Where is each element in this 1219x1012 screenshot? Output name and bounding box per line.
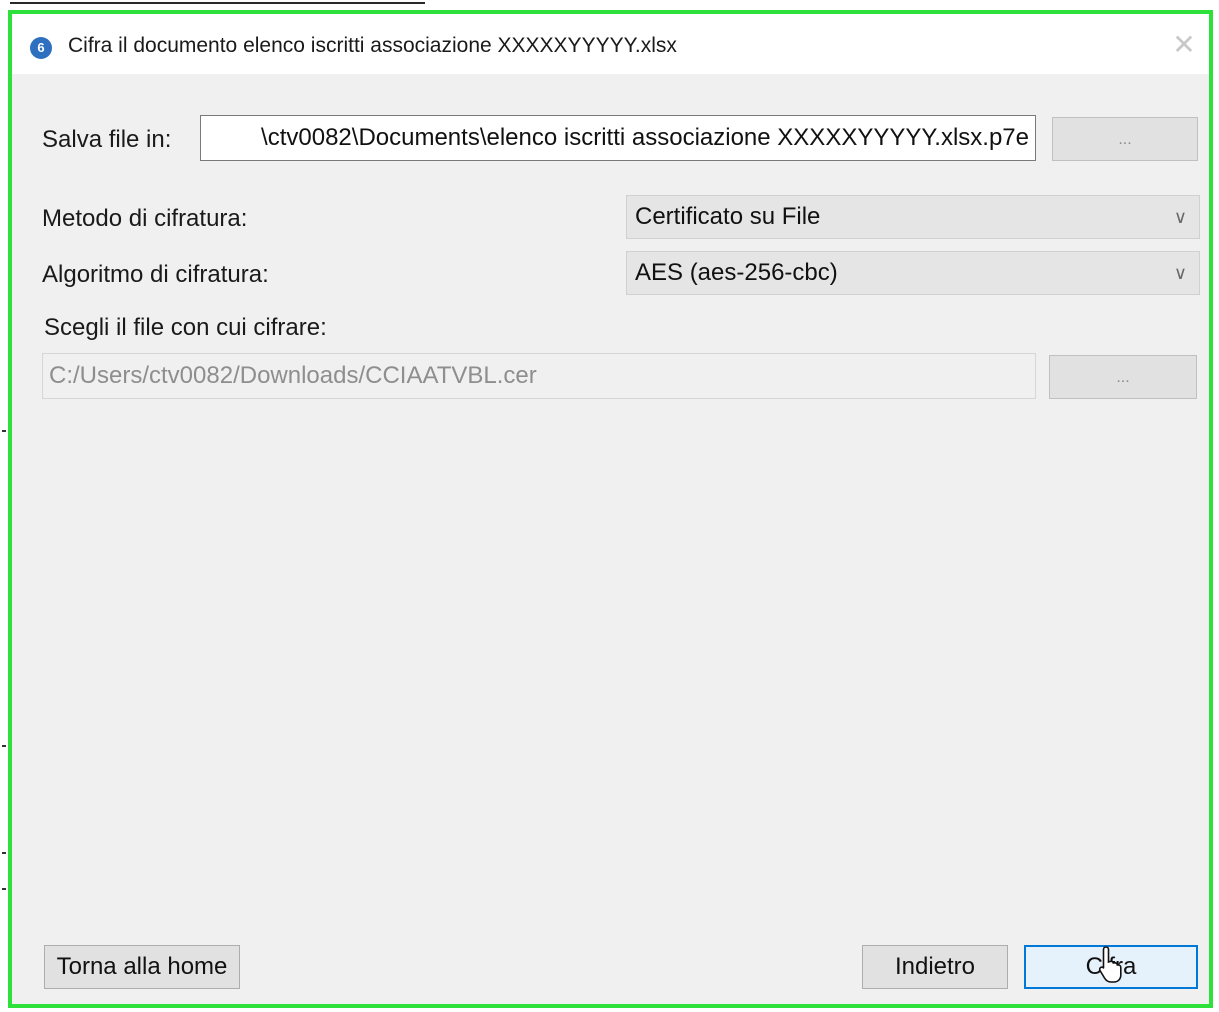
method-select[interactable]: Certificato su File ∨ [626, 195, 1200, 239]
algorithm-select-value: AES (aes-256-cbc) [635, 259, 838, 286]
encrypt-dialog: 6 Cifra il documento elenco iscritti ass… [8, 10, 1213, 1008]
window-title: Cifra il documento elenco iscritti assoc… [68, 34, 677, 57]
background-divider [10, 2, 425, 4]
certificate-label: Scegli il file con cui cifrare: [44, 314, 327, 341]
certificate-browse-button[interactable]: ... [1049, 355, 1197, 399]
chevron-down-icon: ∨ [1173, 207, 1187, 227]
close-icon[interactable]: ✕ [1171, 31, 1197, 59]
method-select-value: Certificato su File [635, 203, 821, 230]
algorithm-select[interactable]: AES (aes-256-cbc) ∨ [626, 251, 1200, 295]
save-browse-button[interactable]: ... [1052, 117, 1198, 161]
title-bar: 6 Cifra il documento elenco iscritti ass… [12, 14, 1209, 74]
app-logo-icon: 6 [30, 37, 52, 59]
method-label: Metodo di cifratura: [42, 205, 248, 232]
algorithm-label: Algoritmo di cifratura: [42, 261, 269, 288]
mouse-pointer-icon [1098, 946, 1122, 983]
chevron-down-icon: ∨ [1173, 263, 1187, 283]
back-button[interactable]: Indietro [862, 945, 1008, 989]
home-button[interactable]: Torna alla home [44, 945, 240, 989]
certificate-path-input[interactable]: C:/Users/ctv0082/Downloads/CCIAATVBL.cer [42, 353, 1036, 399]
save-location-label: Salva file in: [42, 126, 172, 153]
save-location-input[interactable]: \ctv0082\Documents\elenco iscritti assoc… [200, 115, 1036, 161]
background-strip [0, 0, 1219, 10]
